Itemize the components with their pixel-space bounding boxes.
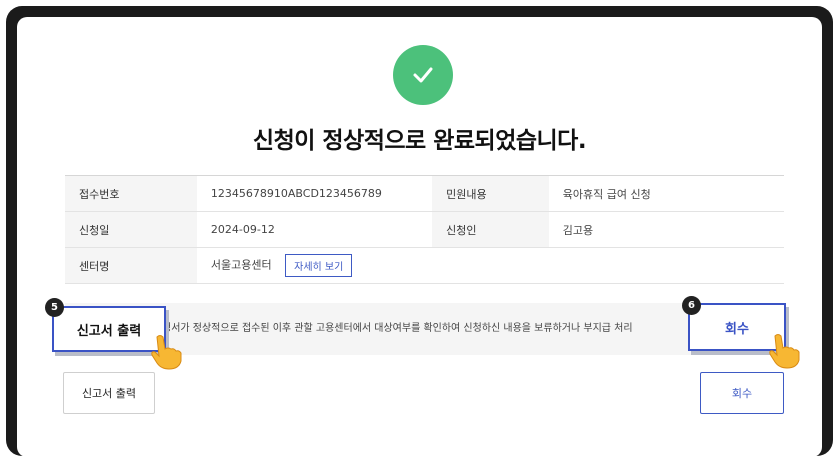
center-value-cell: 서울고용센터 자세히 보기 [196,247,784,284]
step-badge-6: 6 [682,296,701,315]
receipt-no-value: 12345678910ABCD123456789 [196,175,433,212]
applicant-value: 김고용 [548,211,784,248]
collect-button[interactable]: 회수 [700,372,784,414]
center-value: 서울고용센터 [210,258,272,272]
check-icon [393,45,453,105]
center-label: 센터명 [65,247,197,284]
civil-content-label: 민원내용 [432,175,549,212]
apply-date-value: 2024-09-12 [196,211,433,248]
hand-pointer-icon [769,334,800,369]
print-report-button[interactable]: 신고서 출력 [63,372,155,414]
apply-date-label: 신청일 [65,211,197,248]
page-title: 신청이 정상적으로 완료되었습니다. [252,128,587,154]
hand-pointer-icon [151,335,182,370]
receipt-no-label: 접수번호 [65,175,197,212]
screen: 신청이 정상적으로 완료되었습니다. 접수번호 12345678910ABCD1… [17,17,822,457]
detail-view-button[interactable]: 자세히 보기 [285,254,353,277]
application-info-table: 접수번호 12345678910ABCD123456789 민원내용 육아휴직 … [65,175,784,284]
notice-text: 청서가 정상적으로 접수된 이후 관할 고용센터에서 대상여부를 확인하여 신청… [162,323,633,334]
table-row: 접수번호 12345678910ABCD123456789 민원내용 육아휴직 … [65,175,784,212]
applicant-label: 신청인 [432,211,549,248]
table-row: 센터명 서울고용센터 자세히 보기 [65,247,784,284]
civil-content-value: 육아휴직 급여 신청 [548,175,784,212]
device-frame: 신청이 정상적으로 완료되었습니다. 접수번호 12345678910ABCD1… [6,6,833,457]
step-badge-5: 5 [45,298,64,317]
table-row: 신청일 2024-09-12 신청인 김고용 [65,211,784,248]
